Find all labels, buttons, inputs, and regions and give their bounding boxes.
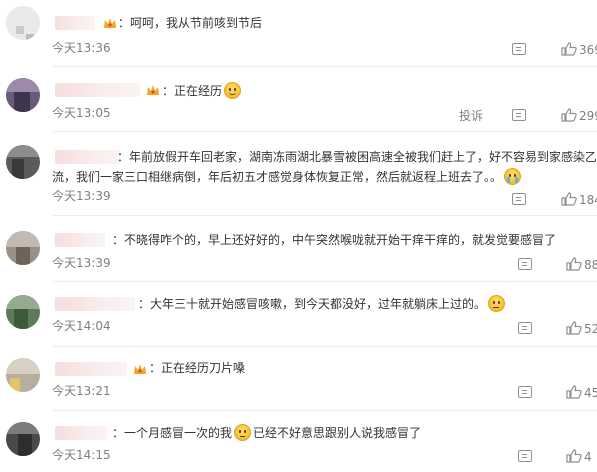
like-count: 369: [579, 43, 597, 57]
report-button[interactable]: 投诉: [459, 109, 483, 123]
reply-icon[interactable]: [512, 43, 526, 55]
username[interactable]: [55, 16, 95, 30]
like-count: 299: [579, 109, 597, 123]
like-icon[interactable]: [566, 321, 582, 335]
crown-icon: [104, 18, 116, 28]
comment-item: ：大年三十就开始感冒咳嗽，到今天都没好，过年就躺床上过的。 今天14:04 52: [0, 281, 597, 343]
crown-icon: [134, 364, 146, 374]
reply-icon[interactable]: [512, 109, 526, 121]
thinking-emoji-icon: [234, 424, 252, 441]
comment-text-part: 流，我们一家三口相继病倒，年后初五才感觉身体恢复正常，然后就返程上班去了。。: [52, 170, 503, 184]
comment-time: 今天13:21: [52, 384, 111, 398]
like-count: 184: [579, 193, 597, 207]
avatar[interactable]: [6, 145, 40, 179]
comment-text: ：一个月感冒一次的我 已经不好意思跟别人说我感冒了: [112, 424, 421, 441]
smile-emoji-icon: [224, 82, 242, 99]
reply-icon[interactable]: [512, 193, 526, 205]
avatar[interactable]: [6, 295, 40, 329]
username[interactable]: [55, 362, 127, 376]
comment-item: ：呵呵，我从节前咳到节后 今天13:36 369: [0, 0, 597, 66]
comment-time: 今天13:39: [52, 256, 111, 270]
reply-icon[interactable]: [518, 322, 532, 334]
like-count: 52: [584, 322, 597, 336]
like-icon[interactable]: [561, 108, 577, 122]
avatar[interactable]: [6, 422, 40, 456]
comment-item: ：正在经历 今天13:05 投诉 299: [0, 66, 597, 124]
smirk-emoji-icon: [488, 295, 506, 312]
avatar[interactable]: [6, 231, 40, 265]
comment-time: 今天13:39: [52, 189, 111, 203]
comment-item: ：不晓得咋个的，早上还好好的，中午突然喉咙就开始干痒干痒的，就发觉要感冒了 今天…: [0, 215, 597, 277]
like-count: 4: [584, 450, 592, 464]
comment-text: ：年前放假开车回老家，湖南冻雨湖北暴雪被困高速全被我们赶上了，好不容易到家感染乙: [117, 150, 597, 164]
comment-item: ：一个月感冒一次的我 已经不好意思跟别人说我感冒了 今天14:15 4: [0, 410, 597, 472]
comment-text: ：正在经历: [162, 82, 243, 99]
comment-time: 今天13:05: [52, 106, 111, 120]
avatar[interactable]: [6, 78, 40, 112]
cry-emoji-icon: [504, 168, 522, 185]
like-icon[interactable]: [566, 257, 582, 271]
comment-item: ：年前放假开车回老家，湖南冻雨湖北暴雪被困高速全被我们赶上了，好不容易到家感染乙…: [0, 131, 597, 211]
like-count: 45: [584, 386, 597, 400]
username[interactable]: [55, 297, 135, 311]
avatar[interactable]: [6, 6, 40, 40]
username[interactable]: [55, 150, 120, 164]
like-icon[interactable]: [566, 449, 582, 463]
crown-icon: [147, 85, 159, 95]
comment-text-part: ：一个月感冒一次的我: [112, 426, 233, 440]
comment-time: 今天14:15: [52, 448, 111, 462]
username[interactable]: [55, 233, 105, 247]
username[interactable]: [55, 426, 107, 440]
reply-icon[interactable]: [518, 450, 532, 462]
like-count: 88: [584, 258, 597, 272]
like-icon[interactable]: [561, 192, 577, 206]
comment-text: ：呵呵，我从节前咳到节后: [118, 16, 263, 30]
comment-text-part: 已经不好意思跟别人说我感冒了: [253, 426, 422, 440]
comment-text: ：不晓得咋个的，早上还好好的，中午突然喉咙就开始干痒干痒的，就发觉要感冒了: [112, 233, 557, 247]
like-icon[interactable]: [561, 42, 577, 56]
avatar[interactable]: [6, 358, 40, 392]
comment-text-part: ：大年三十就开始感冒咳嗽，到今天都没好，过年就躺床上过的。: [138, 297, 487, 311]
reply-icon[interactable]: [518, 258, 532, 270]
comment-text-part: ：正在经历: [162, 84, 223, 98]
comment-text-line2: 流，我们一家三口相继病倒，年后初五才感觉身体恢复正常，然后就返程上班去了。。: [52, 168, 523, 185]
comment-item: ：正在经历刀片嗓 今天13:21 45: [0, 346, 597, 406]
comment-time: 今天14:04: [52, 319, 111, 333]
reply-icon[interactable]: [518, 386, 532, 398]
like-icon[interactable]: [566, 385, 582, 399]
comment-time: 今天13:36: [52, 41, 111, 55]
username[interactable]: [55, 83, 140, 97]
comment-text: ：大年三十就开始感冒咳嗽，到今天都没好，过年就躺床上过的。: [138, 295, 507, 312]
comment-text: ：正在经历刀片嗓: [149, 361, 246, 375]
